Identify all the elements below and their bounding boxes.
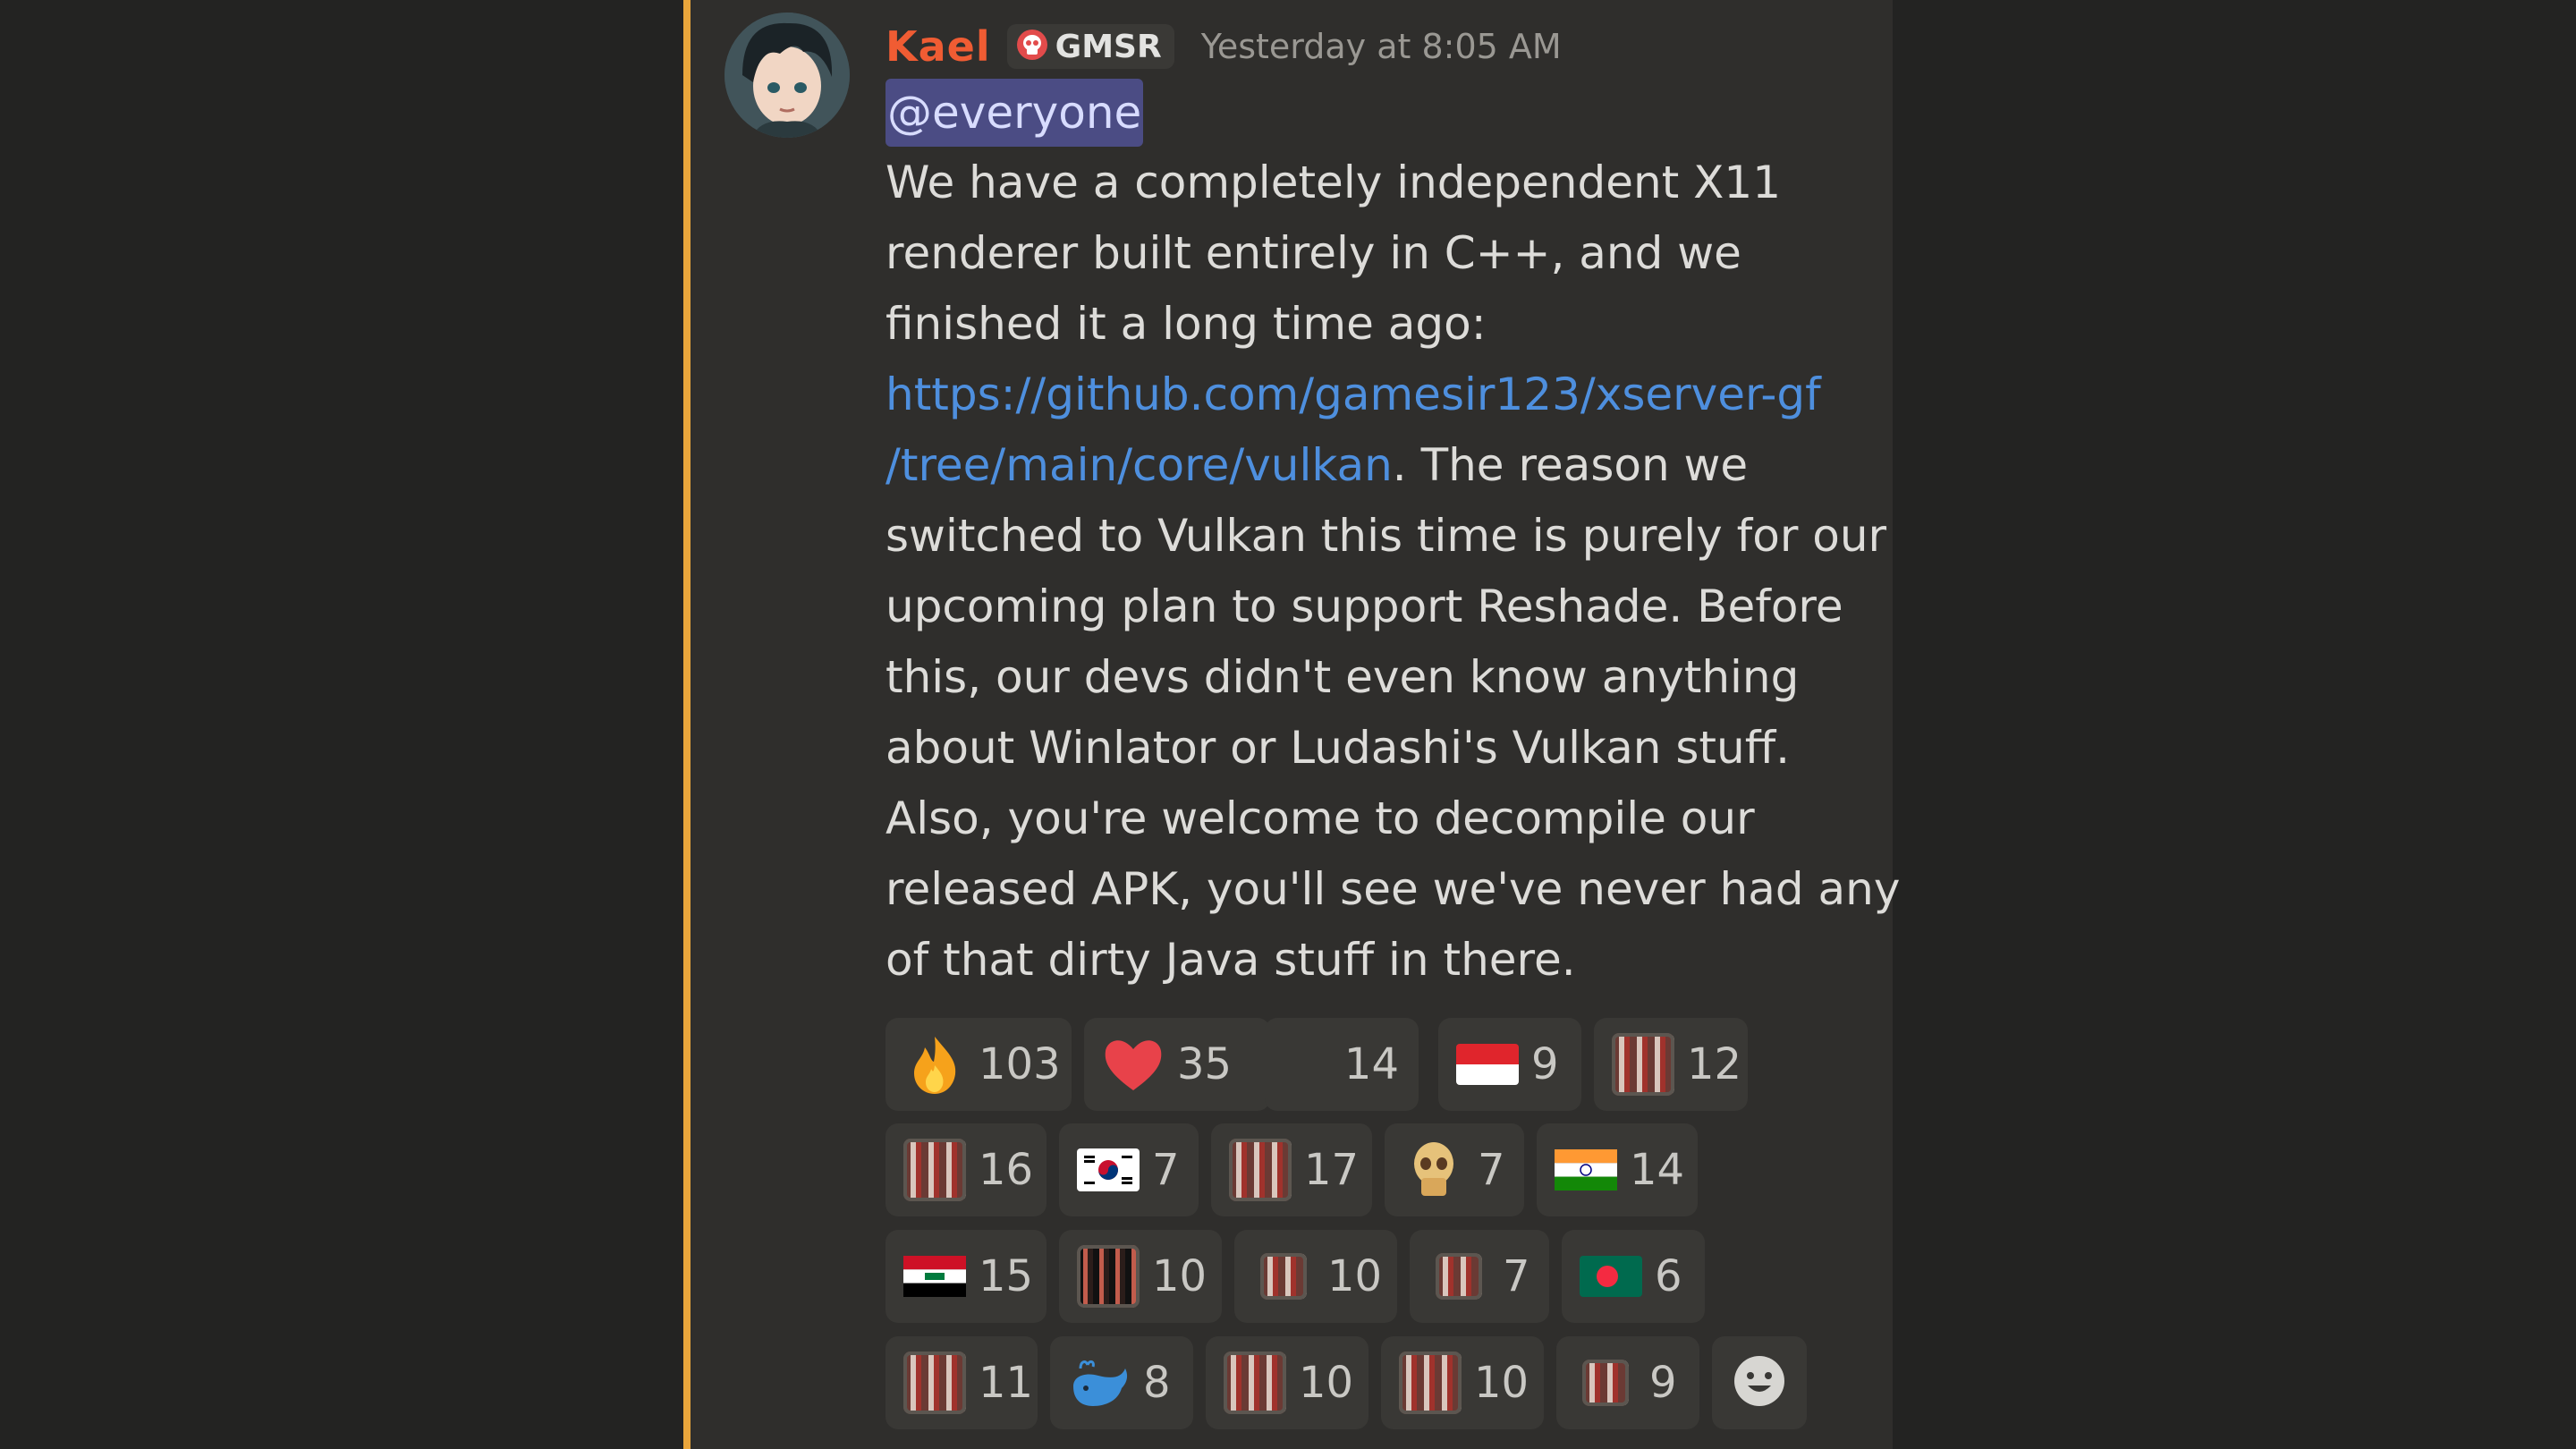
- skull-icon: [1016, 29, 1048, 64]
- reaction-custom-dark-faces[interactable]: 10: [1059, 1230, 1222, 1323]
- reaction-fire[interactable]: 103: [886, 1018, 1072, 1111]
- reaction-count: 10: [1152, 1251, 1208, 1301]
- reaction-whale[interactable]: 8: [1050, 1336, 1193, 1429]
- reaction-flag-iraq[interactable]: 15: [886, 1230, 1046, 1323]
- reaction-flag-south-korea[interactable]: 7: [1059, 1123, 1199, 1216]
- message-line: released APK, you'll see we've never had…: [886, 863, 1901, 915]
- reaction-count: 10: [1474, 1358, 1530, 1408]
- reaction-count: 8: [1143, 1358, 1171, 1408]
- github-link[interactable]: https://github.com/gamesir123/xserver-gf: [886, 369, 1821, 420]
- add-reaction-button[interactable]: [1712, 1336, 1807, 1429]
- smiley-icon: [1732, 1353, 1787, 1412]
- reaction-custom-face[interactable]: 17: [1211, 1123, 1372, 1216]
- message-line: this, our devs didn't even know anything: [886, 651, 1800, 703]
- reaction-count: 16: [979, 1145, 1034, 1195]
- message-line: of that dirty Java stuff in there.: [886, 934, 1576, 986]
- reaction-count: 6: [1655, 1251, 1682, 1301]
- custom-small-face-emoji: [1252, 1245, 1315, 1308]
- custom-face-emoji: [903, 1352, 966, 1414]
- flag-iraq-icon: [903, 1245, 966, 1308]
- reaction-count: 14: [1630, 1145, 1685, 1195]
- custom-skull-emoji: [1402, 1139, 1465, 1201]
- reaction-heart[interactable]: 35: [1084, 1018, 1270, 1111]
- custom-small-face-emoji: [1574, 1352, 1637, 1414]
- reaction-count: 14: [1343, 1039, 1399, 1089]
- reaction-custom-face[interactable]: 11: [886, 1336, 1038, 1429]
- server-tag-badge[interactable]: GMSR: [1006, 24, 1174, 69]
- reaction-custom-face[interactable]: 10: [1381, 1336, 1544, 1429]
- message-line: finished it a long time ago:: [886, 298, 1487, 350]
- message-line: Also, you're welcome to decompile our: [886, 792, 1755, 844]
- message-line: switched to Vulkan this time is purely f…: [886, 510, 1887, 562]
- reaction-custom-small-face[interactable]: 9: [1556, 1336, 1699, 1429]
- custom-dark-faces-emoji: [1077, 1245, 1140, 1308]
- server-tag-label: GMSR: [1055, 28, 1162, 65]
- flag-indonesia-icon: [1456, 1033, 1519, 1096]
- reaction-blank[interactable]: 14: [1265, 1018, 1419, 1111]
- reaction-count: 15: [979, 1251, 1034, 1301]
- reaction-count: 10: [1327, 1251, 1383, 1301]
- message-line: . The reason we: [1392, 439, 1749, 491]
- avatar-image: [724, 13, 850, 138]
- avatar[interactable]: [724, 13, 850, 138]
- reaction-custom-skull[interactable]: 7: [1385, 1123, 1524, 1216]
- reaction-count: 103: [979, 1039, 1061, 1089]
- custom-face-emoji: [903, 1139, 966, 1201]
- everyone-mention[interactable]: @everyone: [886, 79, 1144, 147]
- author-name[interactable]: Kael: [886, 22, 991, 71]
- mention-highlight-bar: [683, 0, 691, 1449]
- message-timestamp[interactable]: Yesterday at 8:05 AM: [1201, 27, 1562, 66]
- fire-icon: [903, 1033, 966, 1096]
- heart-icon: [1102, 1033, 1165, 1096]
- reaction-count: 7: [1503, 1251, 1530, 1301]
- message-line: about Winlator or Ludashi's Vulkan stuff…: [886, 722, 1791, 774]
- reaction-custom-small-face[interactable]: 10: [1234, 1230, 1397, 1323]
- flag-india-icon: [1555, 1139, 1617, 1201]
- reaction-count: 9: [1531, 1039, 1559, 1089]
- reaction-count: 9: [1649, 1358, 1677, 1408]
- reaction-custom-face[interactable]: 16: [886, 1123, 1046, 1216]
- reaction-flag-bangladesh[interactable]: 6: [1562, 1230, 1705, 1323]
- reaction-count: 7: [1478, 1145, 1505, 1195]
- reaction-custom-face[interactable]: 12: [1594, 1018, 1748, 1111]
- reaction-custom-small-face[interactable]: 7: [1410, 1230, 1549, 1323]
- custom-small-face-emoji: [1428, 1245, 1490, 1308]
- whale-icon: [1068, 1352, 1131, 1414]
- reaction-custom-face[interactable]: 10: [1206, 1336, 1368, 1429]
- message-content: We have a completely independent X11 ren…: [886, 148, 1901, 996]
- message-line: We have a completely independent X11: [886, 157, 1782, 208]
- reaction-count: 35: [1177, 1039, 1233, 1089]
- message-line: renderer built entirely in C++, and we: [886, 227, 1741, 279]
- reaction-flag-indonesia[interactable]: 9: [1438, 1018, 1581, 1111]
- reaction-count: 12: [1687, 1039, 1742, 1089]
- reaction-flag-india[interactable]: 14: [1537, 1123, 1698, 1216]
- github-link-continued[interactable]: /tree/main/core/vulkan: [886, 439, 1393, 491]
- reaction-count: 17: [1304, 1145, 1360, 1195]
- message-line: upcoming plan to support Reshade. Before: [886, 580, 1843, 632]
- custom-face-emoji: [1229, 1139, 1292, 1201]
- reaction-count: 10: [1299, 1358, 1354, 1408]
- custom-face-emoji: [1399, 1352, 1462, 1414]
- flag-bangladesh-icon: [1580, 1245, 1642, 1308]
- reaction-count: 11: [979, 1358, 1034, 1408]
- custom-face-emoji: [1224, 1352, 1286, 1414]
- flag-south-korea-icon: [1077, 1139, 1140, 1201]
- message-header: Kael GMSR Yesterday at 8:05 AM: [886, 20, 1562, 73]
- custom-face-emoji: [1612, 1033, 1674, 1096]
- reaction-count: 7: [1152, 1145, 1180, 1195]
